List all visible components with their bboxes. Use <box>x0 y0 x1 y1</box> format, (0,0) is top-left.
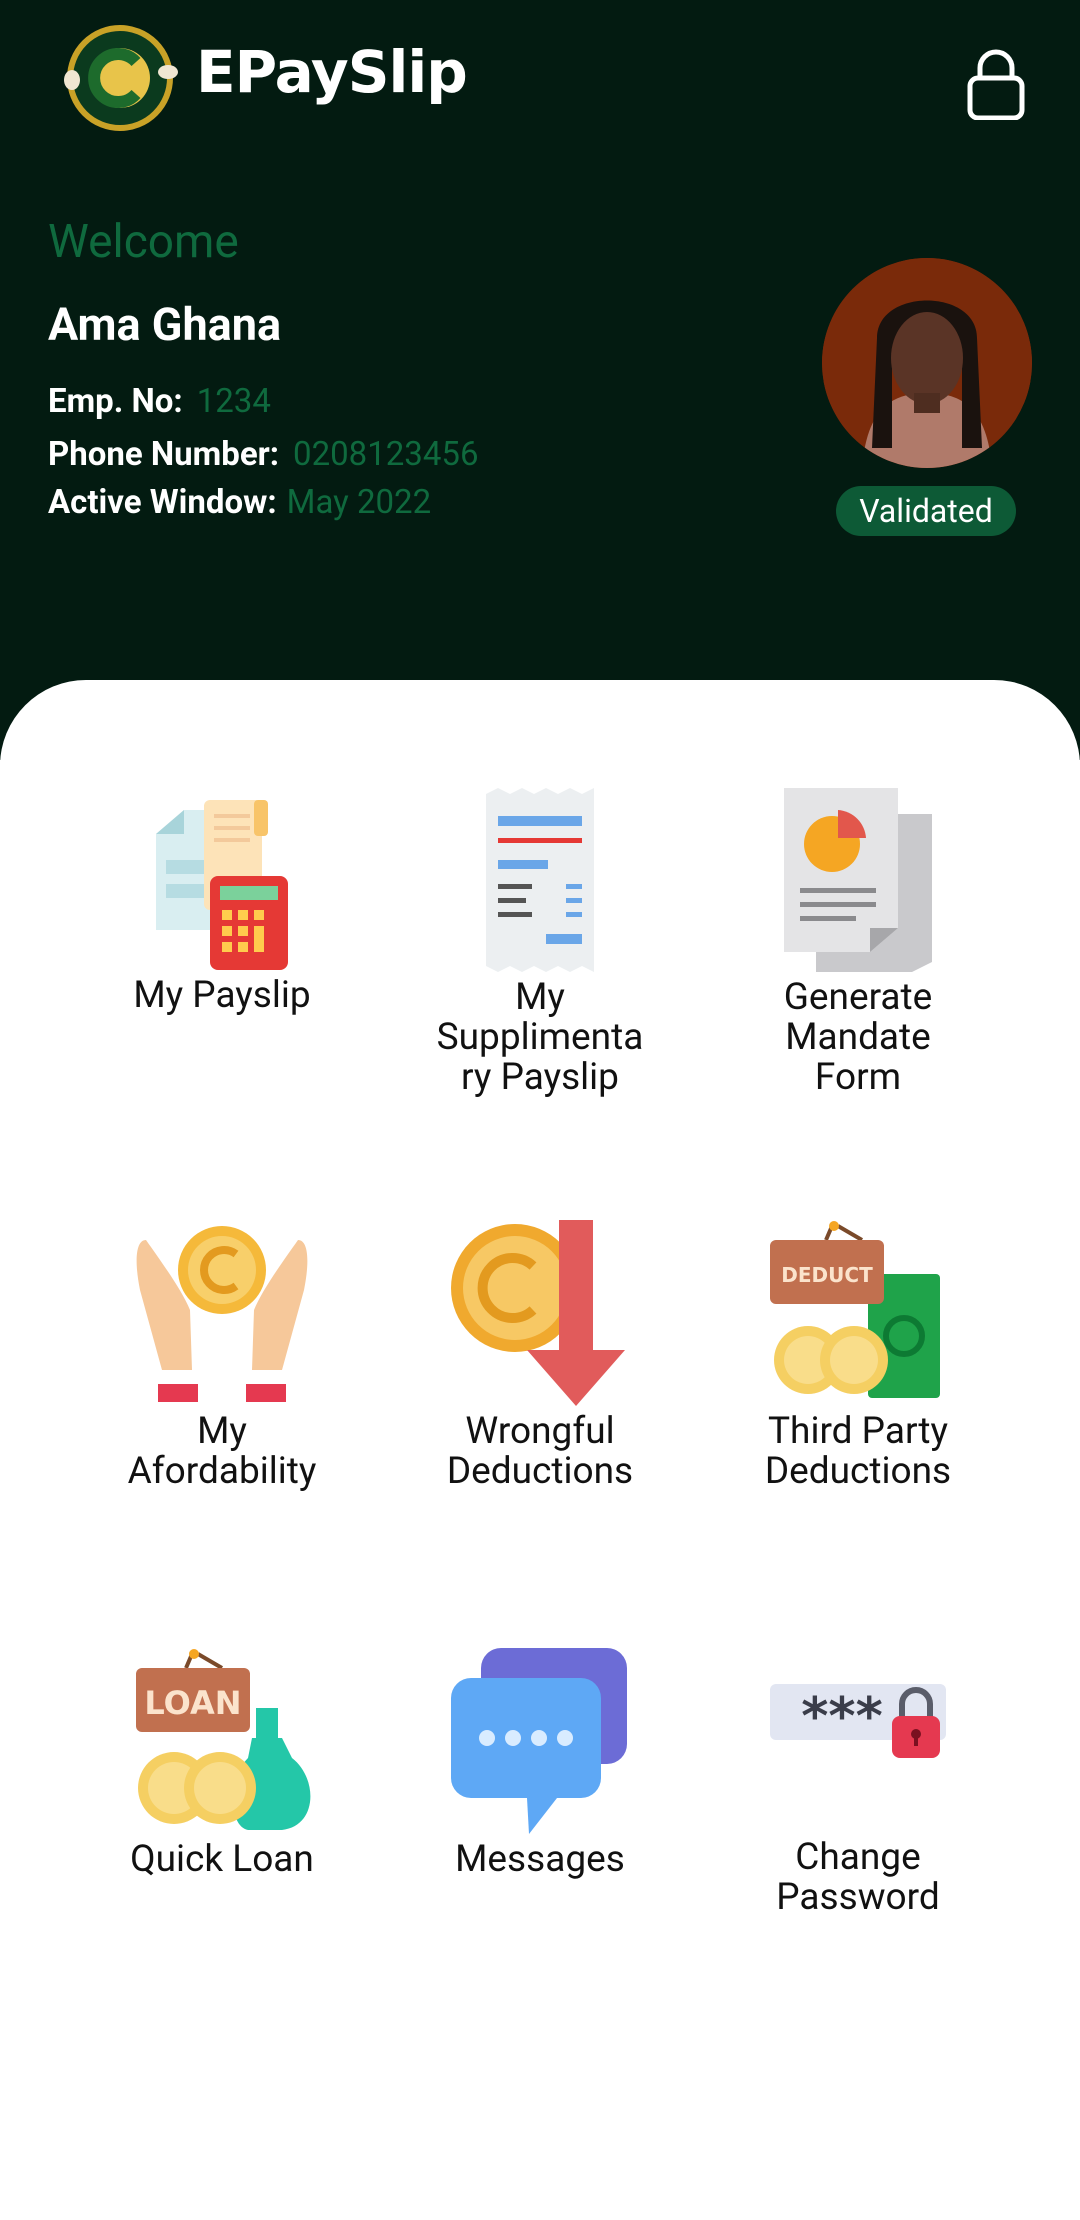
menu-item-label: Wrongful Deductions <box>446 1410 634 1493</box>
menu-item-wrongful-deductions[interactable]: Wrongful Deductions <box>380 1220 700 1492</box>
active-window-row: Active Window: May 2022 <box>48 483 431 522</box>
payslip-calculator-icon <box>156 800 288 970</box>
emp-no-label: Emp. No: <box>48 382 183 421</box>
phone-row: Phone Number: 0208123456 <box>48 435 479 474</box>
phone-value: 0208123456 <box>293 435 479 474</box>
menu-sheet: My Payslip My Supplimenta ry Payslip Gen… <box>0 680 1080 2220</box>
user-name: Ama Ghana <box>48 298 282 351</box>
avatar[interactable] <box>822 258 1032 468</box>
menu-item-label: My Afordability <box>127 1410 317 1493</box>
avatar-portrait-icon <box>822 258 1032 468</box>
department-logo-icon <box>64 25 178 131</box>
header: EPaySlip Welcome Ama Ghana Emp. No: 1234 … <box>0 0 1080 760</box>
menu-item-change-password[interactable]: *** Change Password <box>698 1666 1018 1918</box>
app-brand: EPaySlip <box>196 38 468 106</box>
report-document-icon <box>784 788 932 972</box>
coin-down-arrow-icon <box>451 1220 625 1406</box>
loan-sign-text: LOAN <box>144 1684 241 1722</box>
active-window-value: May 2022 <box>286 483 432 522</box>
hands-coin-icon <box>136 1226 308 1402</box>
deduct-sign-text: DEDUCT <box>781 1263 873 1287</box>
welcome-text: Welcome <box>48 215 239 269</box>
menu-item-label: Messages <box>455 1838 625 1881</box>
emp-no-row: Emp. No: 1234 <box>48 382 271 421</box>
menu-item-generate-mandate-form[interactable]: Generate Mandate Form <box>698 788 1018 1098</box>
menu-item-third-party-deductions[interactable]: DEDUCT Third Party Deductions <box>698 1220 1018 1492</box>
active-window-label: Active Window: <box>48 483 277 522</box>
status-badge: Validated <box>836 486 1016 536</box>
menu-item-label: My Supplimenta ry Payslip <box>436 976 644 1099</box>
menu-item-label: Quick Loan <box>130 1838 314 1881</box>
lock-icon[interactable] <box>966 48 1026 120</box>
loan-sign-money-bag-icon: LOAN <box>136 1649 311 1830</box>
emp-no-value: 1234 <box>196 382 271 421</box>
menu-item-label: Third Party Deductions <box>764 1410 952 1493</box>
menu-item-supplementary-payslip[interactable]: My Supplimenta ry Payslip <box>380 788 700 1098</box>
receipt-icon <box>486 788 594 972</box>
menu-item-my-payslip[interactable]: My Payslip <box>62 780 382 1016</box>
password-mask-text: *** <box>801 1687 883 1747</box>
menu-item-quick-loan[interactable]: LOAN Quick Loan <box>62 1648 382 1880</box>
menu-item-my-affordability[interactable]: My Afordability <box>62 1220 382 1492</box>
menu-item-label: My Payslip <box>133 974 311 1017</box>
menu-item-label: Change Password <box>776 1836 940 1919</box>
chat-bubbles-icon <box>451 1648 627 1834</box>
menu-item-messages[interactable]: Messages <box>380 1648 700 1880</box>
deduct-sign-money-icon: DEDUCT <box>770 1221 940 1398</box>
menu-item-label: Generate Mandate Form <box>783 976 933 1099</box>
password-lock-icon: *** <box>770 1684 946 1758</box>
phone-label: Phone Number: <box>48 435 280 474</box>
